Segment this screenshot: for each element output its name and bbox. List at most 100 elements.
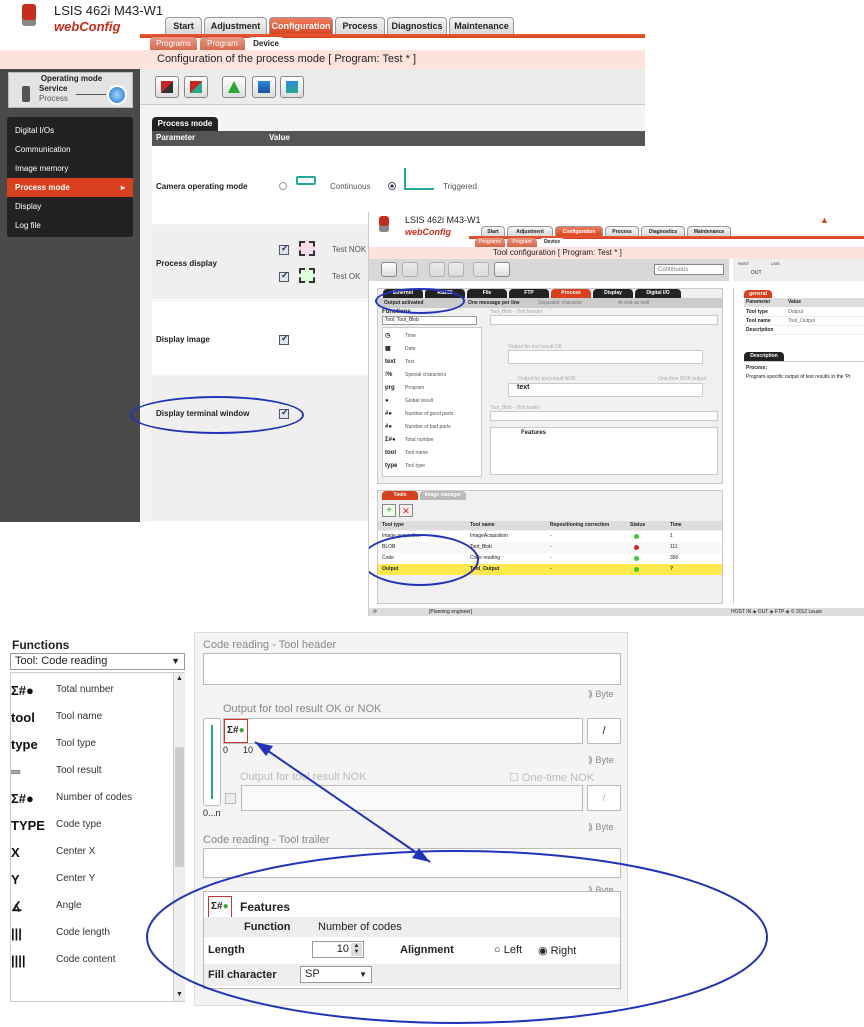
function-item-total-number[interactable]: Σ#● Total number: [385, 434, 475, 446]
triggered-radio[interactable]: [388, 182, 396, 190]
tab-diagnostics[interactable]: Diagnostics: [387, 17, 447, 35]
service-label: Service: [39, 84, 68, 93]
out-ok-field[interactable]: [508, 350, 703, 364]
properties-panel: general Parameter Value Tool type Output T…: [733, 288, 864, 604]
tool-button[interactable]: [473, 262, 489, 277]
recycle-button[interactable]: [222, 76, 246, 98]
description-box: Process: Program-specific output of test…: [744, 361, 864, 601]
tab-process[interactable]: Process: [551, 289, 591, 298]
play-button[interactable]: [402, 262, 418, 277]
subtab-device[interactable]: Device: [248, 37, 284, 51]
camera-button[interactable]: [381, 262, 397, 277]
menu-item-label: Process mode: [15, 183, 70, 192]
number-of-bad-parts-icon: #●: [385, 424, 392, 430]
tab-adjustment[interactable]: Adjustment: [204, 17, 267, 35]
subtab-program[interactable]: Program: [200, 37, 245, 51]
features-box: Features: [490, 427, 718, 475]
col-value: Value: [269, 133, 290, 142]
nok-display-icon: [299, 241, 315, 256]
function-item-number-of-bad-parts[interactable]: #● Number of bad parts: [385, 421, 475, 433]
tab-process[interactable]: Process: [335, 17, 385, 35]
add-tool-button[interactable]: +: [382, 504, 396, 517]
delete-tool-button[interactable]: ✕: [399, 504, 413, 517]
property-value[interactable]: Output: [788, 308, 803, 317]
tab-configuration[interactable]: Configuration: [269, 17, 333, 35]
text-token[interactable]: text: [508, 383, 703, 397]
tab-digital-io[interactable]: Digital I/O: [635, 289, 681, 298]
annotation-ellipse: [130, 396, 304, 434]
sensor-logo-icon: [22, 4, 36, 26]
tab-image-manager[interactable]: Image manager: [420, 491, 466, 500]
download-button[interactable]: [280, 76, 304, 98]
menu-item-process-mode[interactable]: Process mode ▸: [7, 178, 133, 197]
display-image-checkbox[interactable]: [279, 333, 289, 345]
refresh-icon[interactable]: ⟳: [373, 608, 377, 616]
function-item-tool-type[interactable]: type Tool type: [385, 460, 475, 472]
text-icon: text: [385, 359, 396, 365]
function-item-text[interactable]: text Text: [385, 356, 475, 368]
property-name: Tool name: [746, 318, 771, 324]
menu-item-display[interactable]: Display: [7, 197, 133, 216]
tab-maintenance[interactable]: Maintenance: [449, 17, 514, 35]
subtab-programs[interactable]: Programs: [475, 238, 505, 247]
tool-trailer-field[interactable]: [490, 411, 718, 421]
subtab-programs[interactable]: Programs: [150, 37, 197, 51]
left-panel: Operating mode Service Process Digital I…: [0, 69, 140, 522]
functions-list[interactable]: ◷ Time ▦ Date text Text!% Special characters pr…: [382, 327, 482, 477]
nav-menu: Digital I/Os Communication Image memory …: [7, 117, 133, 237]
mode-select[interactable]: Continuous: [654, 264, 724, 275]
menu-item-communication[interactable]: Communication: [7, 140, 133, 159]
function-item-time[interactable]: ◷ Time: [385, 330, 475, 342]
paste-icon: [190, 81, 202, 93]
test-ok-checkbox[interactable]: [279, 270, 289, 282]
tab-start[interactable]: Start: [165, 17, 202, 35]
zoom-out-button[interactable]: [448, 262, 464, 277]
lsis-label: LSIS: [771, 261, 780, 266]
operating-mode-box: Operating mode Service Process: [8, 72, 133, 108]
tab-ftp[interactable]: FTP: [509, 289, 549, 298]
function-item-label: Text: [405, 359, 415, 365]
tools-header: Tool type Tool name Repositioning correc…: [378, 521, 722, 530]
col-parameter: Parameter: [156, 133, 196, 142]
zoom-in-button[interactable]: [429, 262, 445, 277]
tab-display[interactable]: Display: [593, 289, 633, 298]
menu-item-digital-ios[interactable]: Digital I/Os: [7, 121, 133, 140]
cell-time: ?: [670, 566, 674, 572]
property-value[interactable]: Tool_Output: [788, 317, 815, 326]
tool-header-field[interactable]: [490, 315, 718, 325]
separator-label: Separator character: [538, 300, 583, 306]
tab-tools[interactable]: Tools: [382, 491, 418, 500]
copy-button[interactable]: [155, 76, 179, 98]
copy-button[interactable]: [494, 262, 510, 277]
arrowhead-up-icon: [255, 742, 273, 756]
mode-switch-icon[interactable]: [107, 85, 127, 105]
paste-button[interactable]: [184, 76, 208, 98]
function-item-global-result[interactable]: ● Global result: [385, 395, 475, 407]
test-nok-checkbox[interactable]: [279, 243, 289, 255]
status-indicators: HOST IN ◈ OUT ◈ FTP ◈ © 2012 Leuze: [731, 609, 823, 615]
tab-file[interactable]: File: [467, 289, 507, 298]
subtab-program[interactable]: Program: [507, 238, 537, 247]
upload-button[interactable]: [252, 76, 276, 98]
program-icon: prg: [385, 385, 395, 391]
menu-item-image-memory[interactable]: Image memory: [7, 159, 133, 178]
menu-item-log-file[interactable]: Log file: [7, 216, 133, 235]
function-item-number-of-good-parts[interactable]: #● Number of good parts: [385, 408, 475, 420]
test-ok-label: Test OK: [332, 272, 361, 281]
special-characters-icon: !%: [385, 372, 393, 378]
function-item-special-characters[interactable]: !% Special characters: [385, 369, 475, 381]
process-label: Process: [39, 94, 68, 103]
continuous-radio[interactable]: [279, 182, 287, 190]
subtab-device[interactable]: Device: [539, 238, 565, 247]
function-item-tool-name[interactable]: tool Tool name: [385, 447, 475, 459]
function-item-date[interactable]: ▦ Date: [385, 343, 475, 355]
function-item-label: Global result: [405, 398, 434, 404]
display-image-label: Display image: [156, 335, 210, 344]
one-message-label[interactable]: One message per line: [468, 298, 520, 308]
functions-select[interactable]: Tool: Tool_Blob: [382, 316, 477, 325]
process-mode-tab[interactable]: Process mode: [152, 117, 218, 131]
description-tab[interactable]: Description: [744, 352, 784, 361]
annotation-ellipse-output: [375, 288, 465, 314]
function-item-program[interactable]: prg Program: [385, 382, 475, 394]
general-tab[interactable]: general: [744, 290, 772, 298]
